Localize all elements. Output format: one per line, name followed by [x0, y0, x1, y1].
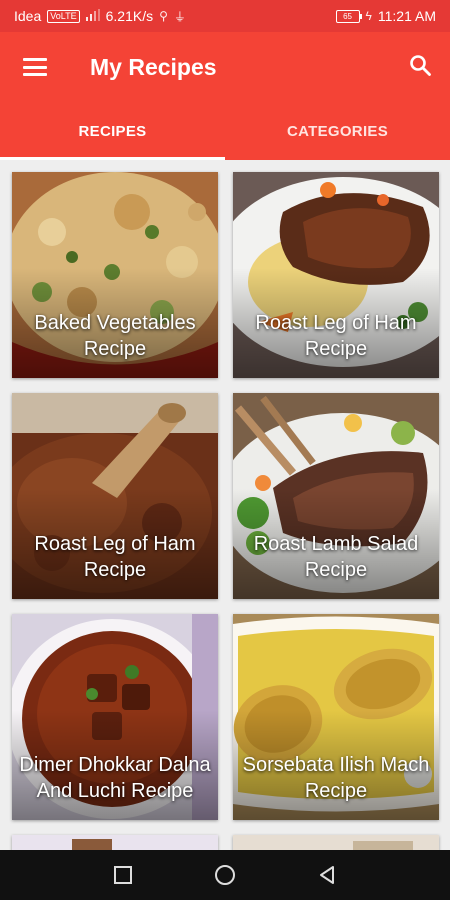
tab-categories[interactable]: CATEGORIES — [225, 102, 450, 160]
navigation-bar — [0, 850, 450, 900]
network-speed: 6.21K/s — [105, 8, 154, 24]
charging-icon: ϟ — [365, 9, 372, 23]
recipe-card[interactable]: Roast Leg of Ham Recipe — [12, 393, 218, 599]
recipe-grid: Baked Vegetables Recipe Roast Leg of Ham… — [0, 160, 450, 850]
usb-icon: ⚲ — [159, 9, 168, 23]
recipe-title: Dimer Dhokkar Dalna And Luchi Recipe — [19, 754, 211, 802]
recipe-title: Roast Lamb Salad Recipe — [253, 533, 419, 581]
carrier-name: Idea — [14, 8, 42, 24]
recipe-card[interactable]: Dimer Dhokkar Dalna And Luchi Recipe — [12, 614, 218, 820]
recipe-photo-partial — [233, 835, 439, 850]
recipe-card[interactable]: Sorsebata Ilish Mach Recipe — [233, 614, 439, 820]
hamburger-menu-icon — [23, 58, 47, 76]
recipe-card-partial[interactable] — [233, 835, 439, 850]
recipe-card[interactable]: Roast Lamb Salad Recipe — [233, 393, 439, 599]
battery-level: 65 — [343, 11, 352, 21]
recipe-title: Roast Leg of Ham Recipe — [255, 312, 417, 360]
battery-icon: 65 — [335, 9, 362, 23]
back-button[interactable] — [307, 855, 347, 895]
tab-bar: RECIPES CATEGORIES — [0, 102, 450, 160]
recipe-card[interactable]: Roast Leg of Ham Recipe — [233, 172, 439, 378]
home-button[interactable] — [205, 855, 245, 895]
recipe-card-partial[interactable] — [12, 835, 218, 850]
recipe-photo-partial — [12, 835, 218, 850]
menu-button[interactable] — [0, 32, 70, 102]
recipe-title: Baked Vegetables Recipe — [34, 312, 196, 360]
recents-button[interactable] — [103, 855, 143, 895]
usb-debug-icon: ⏚ — [173, 9, 186, 24]
recipe-title: Roast Leg of Ham Recipe — [34, 533, 196, 581]
clock: 11:21 AM — [377, 8, 436, 24]
search-button[interactable] — [390, 32, 450, 102]
volte-badge: VoLTE — [47, 9, 80, 23]
circle-home-icon — [215, 865, 235, 885]
signal-icon — [85, 8, 100, 24]
tab-recipes[interactable]: RECIPES — [0, 102, 225, 160]
triangle-back-icon — [320, 866, 334, 884]
square-recents-icon — [114, 866, 132, 884]
status-bar: Idea VoLTE 6.21K/s ⚲ ⏚ 65 ϟ 11:21 AM — [0, 0, 450, 32]
app-title: My Recipes — [90, 53, 217, 80]
app-bar: My Recipes — [0, 32, 450, 102]
recipe-card[interactable]: Baked Vegetables Recipe — [12, 172, 218, 378]
recipe-title: Sorsebata Ilish Mach Recipe — [242, 754, 430, 802]
search-icon — [408, 53, 432, 82]
